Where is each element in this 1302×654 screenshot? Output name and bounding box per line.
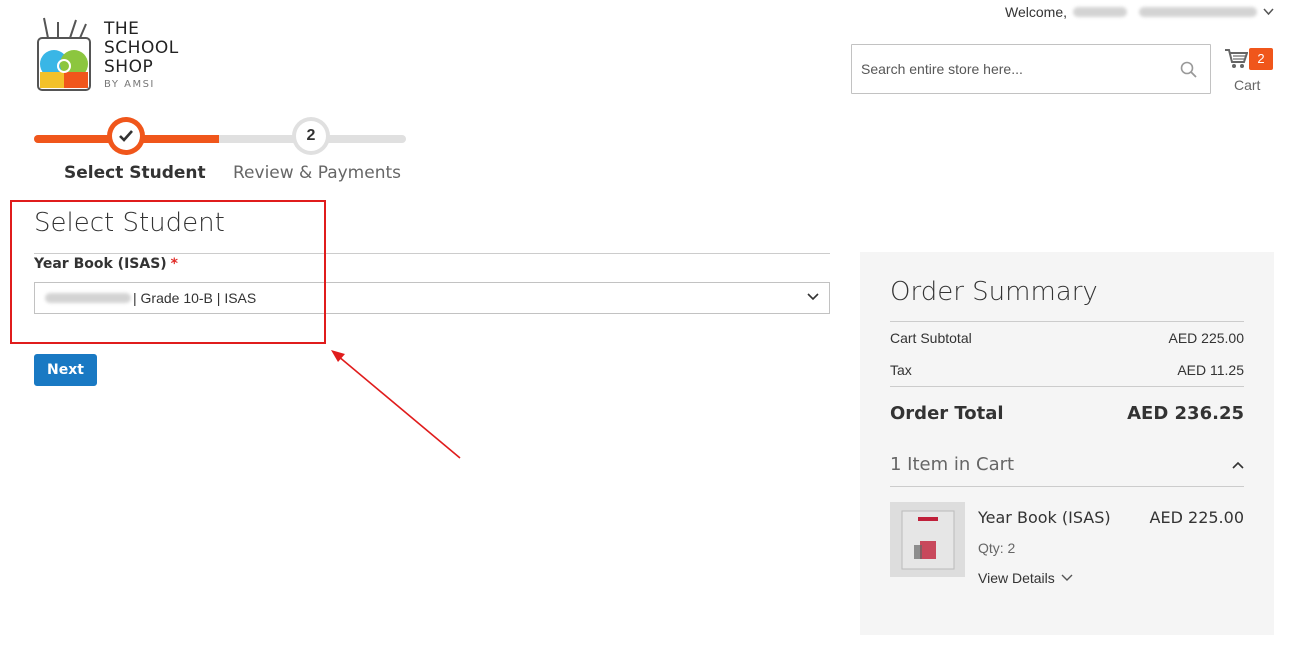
step-2-indicator: 2: [292, 117, 330, 155]
search-icon[interactable]: [1180, 61, 1198, 79]
summary-divider: [890, 386, 1244, 387]
step-2-number: 2: [296, 121, 326, 151]
product-name: Year Book (ISAS): [978, 508, 1111, 527]
order-total-label: Order Total: [890, 403, 1004, 424]
summary-divider: [890, 321, 1244, 322]
cart-label: Cart: [1234, 77, 1261, 93]
product-qty: Qty: 2: [978, 540, 1016, 556]
order-total-value: AED 236.25: [1127, 403, 1244, 424]
tax-label: Tax: [890, 362, 912, 378]
yearbook-cover-image: [901, 510, 954, 569]
tax-row: Tax AED 11.25: [890, 362, 1244, 378]
redacted-first-name: [1073, 7, 1127, 17]
shopping-cart-icon: [1225, 49, 1248, 68]
checkout-progress-bar: 2 Select Student Review & Payments: [34, 114, 406, 190]
logo-line-2: SCHOOL: [104, 38, 179, 58]
chevron-down-icon: [1263, 8, 1274, 16]
items-in-cart-toggle[interactable]: 1 Item in Cart: [890, 454, 1244, 475]
items-in-cart-label: 1 Item in Cart: [890, 454, 1015, 475]
logo-line-1: THE: [104, 19, 140, 39]
welcome-label: Welcome,: [1005, 4, 1067, 20]
tax-value: AED 11.25: [1177, 362, 1244, 378]
search-box: [851, 44, 1211, 94]
chevron-down-icon: [1061, 574, 1073, 581]
chevron-up-icon: [1232, 461, 1244, 469]
redacted-full-name: [1139, 7, 1257, 17]
cart-count-badge: 2: [1249, 48, 1273, 70]
order-summary-panel: Order Summary Cart Subtotal AED 225.00 T…: [860, 252, 1274, 635]
annotation-highlight-box: [10, 200, 326, 344]
order-summary-title: Order Summary: [890, 277, 1098, 307]
customer-welcome-menu[interactable]: Welcome,: [1005, 4, 1274, 20]
logo-wordmark[interactable]: THE SCHOOL SHOP: [104, 20, 179, 77]
search-input[interactable]: [861, 61, 1171, 77]
step-1-label: Select Student: [64, 163, 206, 183]
summary-divider: [890, 486, 1244, 487]
minicart[interactable]: 2 Cart: [1224, 46, 1276, 96]
view-details-label: View Details: [978, 570, 1055, 586]
checkmark-icon: [119, 130, 133, 142]
subtotal-value: AED 225.00: [1168, 330, 1245, 346]
next-button[interactable]: Next: [34, 354, 97, 386]
product-price: AED 225.00: [1149, 508, 1244, 527]
step-2-label: Review & Payments: [233, 163, 401, 183]
step-1-indicator: [107, 117, 145, 155]
logo-line-3: SHOP: [104, 57, 154, 77]
product-thumbnail[interactable]: [890, 502, 965, 577]
subtotal-row: Cart Subtotal AED 225.00: [890, 330, 1244, 346]
logo-subtitle: BY AMSI: [104, 79, 155, 90]
order-total-row: Order Total AED 236.25: [890, 403, 1244, 424]
subtotal-label: Cart Subtotal: [890, 330, 972, 346]
view-details-toggle[interactable]: View Details: [978, 570, 1073, 586]
chevron-down-icon: [807, 293, 819, 301]
